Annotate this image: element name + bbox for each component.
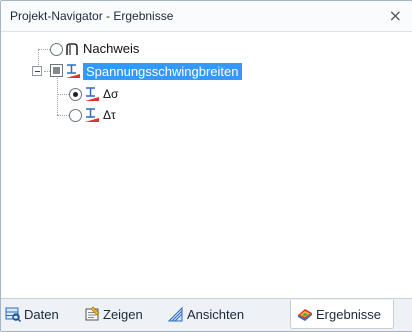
results-icon — [298, 309, 312, 321]
panel-titlebar: Projekt-Navigator - Ergebnisse × — [1, 1, 412, 32]
tab-label: Ergebnisse — [316, 306, 382, 322]
views-icon — [168, 306, 183, 322]
delta-sigma-radio[interactable] — [69, 88, 82, 101]
close-icon[interactable]: × — [389, 6, 402, 25]
navigator-tab-bar: Daten Zeigen Ansichten Ergebnisse — [1, 298, 412, 331]
tree-connector — [38, 49, 39, 65]
spannung-checkbox[interactable] — [50, 64, 63, 77]
tab-label: Zeigen — [103, 306, 143, 322]
panel-title: Projekt-Navigator - Ergebnisse — [10, 9, 174, 23]
nachweis-radio[interactable] — [50, 43, 63, 56]
nachweis-label[interactable]: Nachweis — [83, 41, 139, 56]
tab-ergebnisse[interactable]: Ergebnisse — [290, 300, 395, 329]
stress-range-icon — [85, 87, 99, 101]
check-design-icon — [66, 43, 78, 55]
tab-label: Ansichten — [187, 306, 245, 322]
stress-range-icon — [66, 64, 80, 78]
display-icon — [85, 306, 100, 321]
tree-collapse-toggle[interactable] — [32, 66, 42, 76]
tree-connector — [57, 78, 58, 115]
delta-tau-radio[interactable] — [69, 109, 82, 122]
tab-label: Daten — [24, 306, 59, 322]
tab-zeigen[interactable]: Zeigen — [84, 300, 143, 328]
delta-sigma-label[interactable]: Δσ — [103, 87, 118, 101]
delta-tau-label[interactable]: Δτ — [103, 108, 116, 122]
tree-connector — [57, 94, 69, 95]
tree-connector — [57, 115, 69, 116]
tab-daten[interactable]: Daten — [5, 300, 59, 328]
results-tree: Nachweis Spannungsschwingbreiten Δσ Δτ — [1, 39, 412, 299]
tree-connector — [38, 49, 50, 50]
stress-range-icon — [85, 108, 99, 122]
tab-ansichten[interactable]: Ansichten — [168, 300, 244, 328]
spannung-label[interactable]: Spannungsschwingbreiten — [83, 63, 242, 80]
data-icon — [5, 307, 21, 322]
project-navigator-panel: Projekt-Navigator - Ergebnisse × Nachwei… — [0, 0, 412, 332]
